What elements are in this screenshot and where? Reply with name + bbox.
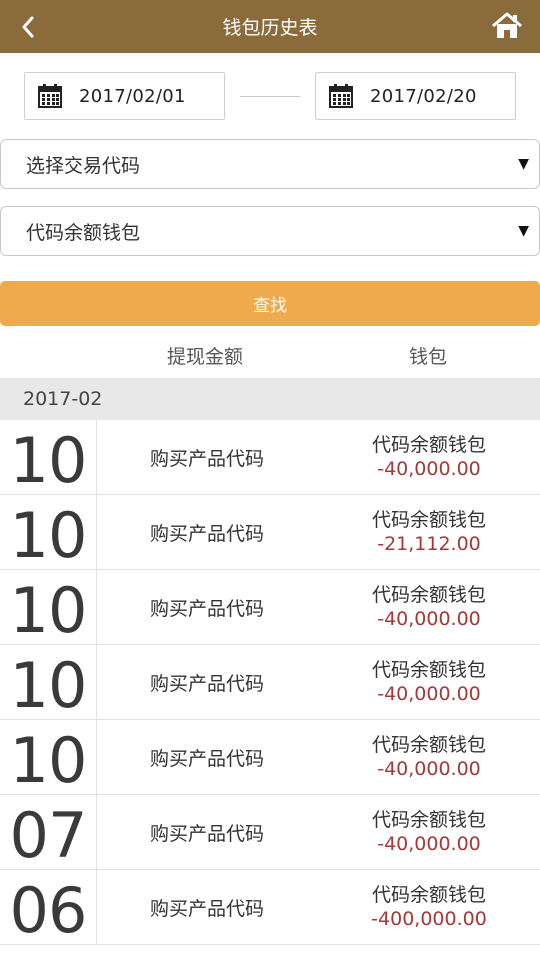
transaction-description: 购买产品代码 xyxy=(149,598,264,620)
day-number: 06 xyxy=(9,873,88,947)
day-number: 10 xyxy=(9,723,88,797)
wallet-name: 代码余额钱包 xyxy=(371,884,486,906)
list-item[interactable]: 07 购买产品代码 代码余额钱包 -40,000.00 xyxy=(0,795,540,870)
end-date-field[interactable]: 2017/02/20 xyxy=(315,72,516,120)
list-item[interactable]: 10 购买产品代码 代码余额钱包 -40,000.00 xyxy=(0,720,540,795)
transaction-description: 购买产品代码 xyxy=(149,523,264,545)
transaction-description: 购买产品代码 xyxy=(149,823,264,845)
end-date-value: 2017/02/20 xyxy=(370,85,477,107)
day-cell: 07 xyxy=(0,795,97,870)
day-number: 07 xyxy=(9,798,88,872)
day-cell: 10 xyxy=(0,570,97,645)
calendar-icon xyxy=(38,84,62,108)
transaction-description: 购买产品代码 xyxy=(149,448,264,470)
transaction-amount: -40,000.00 xyxy=(377,458,481,480)
list-item[interactable]: 10 购买产品代码 代码余额钱包 -40,000.00 xyxy=(0,570,540,645)
day-cell: 06 xyxy=(0,870,97,945)
transaction-description: 购买产品代码 xyxy=(149,748,264,770)
transaction-description: 购买产品代码 xyxy=(149,673,264,695)
transaction-amount: -400,000.00 xyxy=(371,908,487,930)
wallet-name: 代码余额钱包 xyxy=(371,584,486,606)
dropdown-caret-icon: ▼ xyxy=(518,223,529,239)
day-cell: 10 xyxy=(0,645,97,720)
amount-column-header: 提现金额 xyxy=(167,346,244,368)
day-number: 10 xyxy=(9,423,88,497)
day-cell: 10 xyxy=(0,420,97,495)
transaction-amount: -40,000.00 xyxy=(377,833,481,855)
wallet-select-value: 代码余额钱包 xyxy=(26,221,141,244)
start-date-field[interactable]: 2017/02/01 xyxy=(24,72,225,120)
month-label: 2017-02 xyxy=(23,388,103,410)
wallet-column-header: 钱包 xyxy=(409,346,448,368)
list-item[interactable]: 06 购买产品代码 代码余额钱包 -400,000.00 xyxy=(0,870,540,945)
wallet-name: 代码余额钱包 xyxy=(371,734,486,756)
dropdown-caret-icon: ▼ xyxy=(518,156,529,172)
wallet-name: 代码余额钱包 xyxy=(371,509,486,531)
list-item[interactable]: 10 购买产品代码 代码余额钱包 -40,000.00 xyxy=(0,645,540,720)
day-number: 10 xyxy=(9,498,88,572)
date-separator xyxy=(240,96,300,97)
transaction-amount: -21,112.00 xyxy=(377,533,481,555)
day-number: 10 xyxy=(9,573,88,647)
wallet-name: 代码余额钱包 xyxy=(371,809,486,831)
day-cell: 10 xyxy=(0,720,97,795)
trade-code-select[interactable]: 选择交易代码 ▼ xyxy=(0,139,540,189)
transaction-amount: -40,000.00 xyxy=(377,608,481,630)
column-header: 提现金额 钱包 xyxy=(0,340,540,370)
trade-code-select-value: 选择交易代码 xyxy=(26,154,141,177)
page-title: 钱包历史表 xyxy=(222,17,318,39)
day-number: 10 xyxy=(9,648,88,722)
transaction-amount: -40,000.00 xyxy=(377,683,481,705)
wallet-select[interactable]: 代码余额钱包 ▼ xyxy=(0,206,540,256)
search-button[interactable]: 查找 xyxy=(0,281,540,326)
top-bar: 钱包历史表 xyxy=(0,0,540,53)
list-item[interactable]: 10 购买产品代码 代码余额钱包 -21,112.00 xyxy=(0,495,540,570)
wallet-name: 代码余额钱包 xyxy=(371,659,486,681)
date-range: 2017/02/01 2017/02/20 xyxy=(0,72,540,120)
start-date-value: 2017/02/01 xyxy=(79,85,186,107)
day-cell: 10 xyxy=(0,495,97,570)
wallet-name: 代码余额钱包 xyxy=(371,434,486,456)
home-icon[interactable] xyxy=(490,10,524,42)
list-item[interactable]: 10 购买产品代码 代码余额钱包 -40,000.00 xyxy=(0,420,540,495)
month-group-header: 2017-02 xyxy=(0,378,540,420)
transaction-description: 购买产品代码 xyxy=(149,898,264,920)
calendar-icon xyxy=(329,84,353,108)
back-arrow-icon[interactable] xyxy=(14,13,42,41)
transaction-list: 10 购买产品代码 代码余额钱包 -40,000.00 10 购买产品代码 代码… xyxy=(0,420,540,945)
transaction-amount: -40,000.00 xyxy=(377,758,481,780)
